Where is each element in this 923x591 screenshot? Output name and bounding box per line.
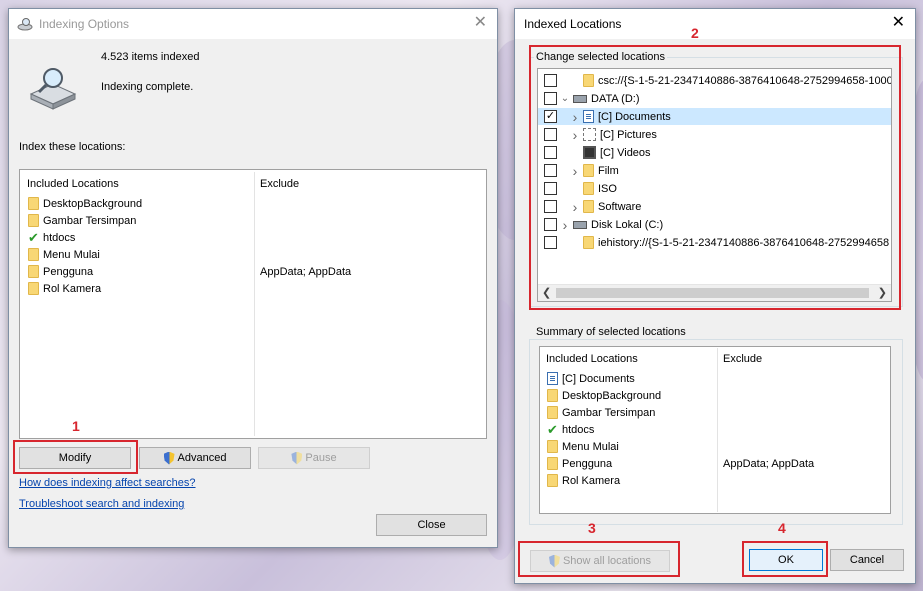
list-item[interactable]: DesktopBackground xyxy=(547,387,661,404)
folder-icon xyxy=(547,406,558,419)
list-item-label: DesktopBackground xyxy=(562,389,662,402)
list-item[interactable]: Rol Kamera xyxy=(28,280,101,297)
list-item[interactable]: Menu Mulai xyxy=(547,438,619,455)
included-locations-list[interactable]: Included Locations Exclude DesktopBackgr… xyxy=(19,169,487,439)
list-item[interactable]: Pengguna xyxy=(547,455,612,472)
highlight-box-modify xyxy=(13,440,138,474)
column-divider xyxy=(717,348,718,512)
uac-shield-icon xyxy=(291,451,303,465)
column-header-exclude: Exclude xyxy=(260,178,300,190)
list-item-label: Rol Kamera xyxy=(562,474,621,487)
list-item-label: Rol Kamera xyxy=(43,282,102,295)
indexing-status-text: Indexing complete. xyxy=(101,81,194,93)
pause-label: Pause xyxy=(305,452,337,464)
list-item[interactable]: ✔ htdocs xyxy=(547,421,594,438)
window-title: Indexed Locations xyxy=(524,17,622,31)
list-item-label: Gambar Tersimpan xyxy=(43,214,137,227)
folder-icon xyxy=(28,265,39,278)
window-title: Indexing Options xyxy=(39,17,130,31)
list-item[interactable]: Pengguna xyxy=(28,263,93,280)
column-header-included: Included Locations xyxy=(546,353,638,365)
close-icon[interactable]: ✕ xyxy=(474,15,487,31)
folder-icon xyxy=(28,282,39,295)
column-divider xyxy=(254,172,255,436)
annotation-number: 2 xyxy=(691,25,699,41)
close-icon[interactable]: ✕ xyxy=(892,15,905,31)
annotation-number: 1 xyxy=(72,418,80,434)
close-button[interactable]: Close xyxy=(376,514,487,536)
list-item-label: Menu Mulai xyxy=(562,440,619,453)
list-item[interactable]: Gambar Tersimpan xyxy=(28,212,136,229)
index-locations-label: Index these locations: xyxy=(19,141,126,153)
pause-button[interactable]: Pause xyxy=(258,447,370,469)
highlight-box-ok xyxy=(742,541,828,577)
annotation-number: 3 xyxy=(588,520,596,536)
checkmark-icon: ✔ xyxy=(547,422,558,437)
highlight-box-tree xyxy=(529,45,901,310)
list-item-label: [C] Documents xyxy=(562,372,635,385)
advanced-button[interactable]: Advanced xyxy=(139,447,251,469)
troubleshoot-link[interactable]: Troubleshoot search and indexing xyxy=(19,498,184,510)
uac-shield-icon xyxy=(163,451,175,465)
column-header-included: Included Locations xyxy=(27,178,119,190)
title-bar: Indexed Locations ✕ xyxy=(515,9,915,39)
checkmark-icon: ✔ xyxy=(28,230,39,245)
list-item-label: Menu Mulai xyxy=(43,248,100,261)
advanced-label: Advanced xyxy=(177,452,227,464)
highlight-box-show-all xyxy=(518,541,680,577)
list-item[interactable]: ✔ htdocs xyxy=(28,229,75,246)
summary-label: Summary of selected locations xyxy=(534,326,688,338)
list-item-label: DesktopBackground xyxy=(43,197,143,210)
folder-icon xyxy=(28,214,39,227)
indexing-options-icon xyxy=(17,18,33,31)
folder-icon xyxy=(28,248,39,261)
list-item-label: htdocs xyxy=(43,231,76,244)
exclude-value: AppData; AppData xyxy=(723,457,815,470)
list-item[interactable]: Gambar Tersimpan xyxy=(547,404,655,421)
exclude-value: AppData; AppData xyxy=(260,265,352,278)
list-item-label: Pengguna xyxy=(43,265,94,278)
summary-list[interactable]: Included Locations Exclude [C] Documents… xyxy=(539,346,891,514)
list-item-label: Pengguna xyxy=(562,457,613,470)
folder-icon xyxy=(547,389,558,402)
folder-icon xyxy=(547,474,558,487)
folder-icon xyxy=(547,440,558,453)
cancel-button[interactable]: Cancel xyxy=(830,549,904,571)
document-icon xyxy=(547,372,558,385)
list-item[interactable]: DesktopBackground xyxy=(28,195,142,212)
list-item-label: Gambar Tersimpan xyxy=(562,406,656,419)
annotation-number: 4 xyxy=(778,520,786,536)
title-bar: Indexing Options ✕ xyxy=(9,9,497,39)
folder-icon xyxy=(547,457,558,470)
list-item[interactable]: [C] Documents xyxy=(547,370,635,387)
items-indexed-text: 4.523 items indexed xyxy=(101,51,200,63)
list-item[interactable]: Menu Mulai xyxy=(28,246,100,263)
column-header-exclude: Exclude xyxy=(723,353,763,365)
list-item-label: htdocs xyxy=(562,423,595,436)
indexing-affect-link[interactable]: How does indexing affect searches? xyxy=(19,477,196,489)
folder-icon xyxy=(28,197,39,210)
indexing-drive-icon xyxy=(29,68,77,110)
list-item[interactable]: Rol Kamera xyxy=(547,472,620,489)
